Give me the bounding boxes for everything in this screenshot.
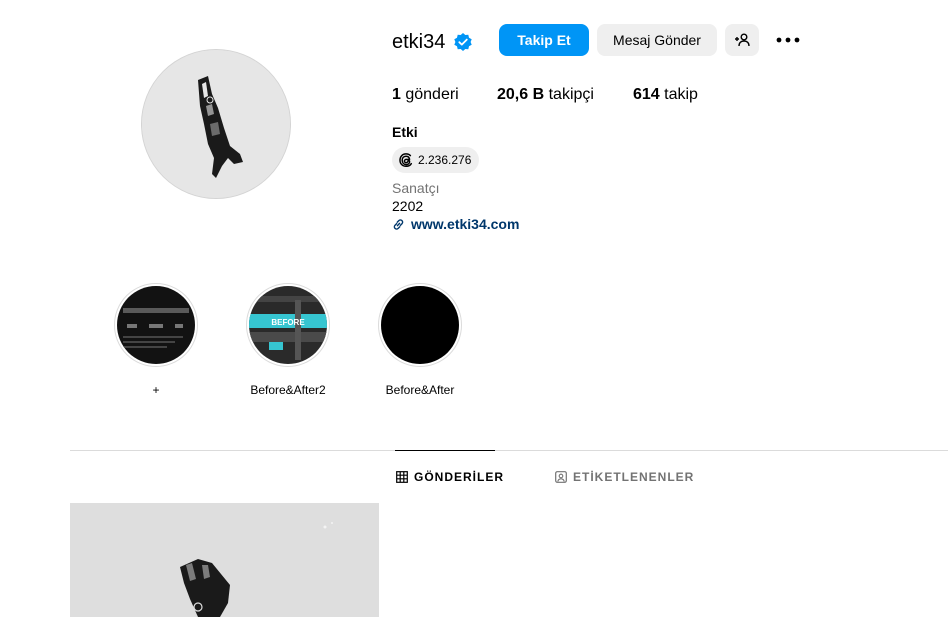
threads-icon (399, 153, 413, 168)
message-button[interactable]: Mesaj Gönder (597, 24, 717, 56)
highlight-ring (378, 283, 462, 367)
post-thumbnail[interactable] (70, 503, 379, 617)
tabs-divider (70, 450, 948, 451)
highlight-item[interactable]: BEFORE Before&After2 (245, 283, 331, 397)
highlight-label: Before&After2 (250, 383, 326, 397)
profile-avatar[interactable] (141, 49, 291, 199)
tagged-person-icon (555, 471, 567, 483)
highlight-cover: BEFORE (249, 286, 327, 364)
tab-posts-label: GÖNDERİLER (414, 470, 505, 484)
highlight-item[interactable]: Before&After (377, 283, 463, 397)
grid-icon (396, 471, 408, 483)
following-count[interactable]: 614 takip (633, 85, 698, 105)
profile-bio: 2202 (392, 198, 424, 214)
suggest-similar-button[interactable] (725, 24, 759, 56)
profile-category: Sanatçı (392, 180, 440, 196)
highlight-ring (114, 283, 198, 367)
followers-count[interactable]: 20,6 B takipçi (497, 85, 594, 105)
verified-badge-icon (453, 32, 473, 52)
more-options-button[interactable] (775, 30, 801, 50)
add-person-icon (735, 33, 750, 47)
tab-tagged[interactable]: ETİKETLENENLER (555, 470, 694, 484)
profile-full-name: Etki (392, 124, 418, 140)
posts-count-value: 1 (392, 86, 401, 103)
active-tab-indicator (395, 450, 495, 451)
highlight-label: Before&After (385, 383, 455, 397)
highlight-cover (117, 286, 195, 364)
highlight-cover (381, 286, 459, 364)
followers-count-value: 20,6 B (497, 86, 545, 103)
followers-count-label: takipçi (548, 86, 594, 103)
tab-posts[interactable]: GÖNDERİLER (396, 470, 504, 484)
hand-artwork-icon (70, 503, 379, 617)
tab-tagged-label: ETİKETLENENLER (573, 470, 695, 484)
profile-username: etki34 (392, 31, 446, 53)
threads-count: 2.236.276 (418, 153, 472, 167)
highlight-label: + (152, 383, 160, 397)
highlight-item[interactable]: + (113, 283, 199, 397)
more-options-icon (776, 37, 800, 43)
profile-link-text: www.etki34.com (411, 216, 520, 232)
following-count-value: 614 (633, 86, 660, 103)
hand-artwork-icon (142, 50, 290, 198)
posts-count: 1 gönderi (392, 85, 459, 105)
follow-button[interactable]: Takip Et (499, 24, 589, 56)
highlight-overlay-text: BEFORE (271, 318, 305, 327)
threads-badge[interactable]: 2.236.276 (392, 147, 480, 173)
link-icon (393, 218, 404, 230)
profile-link[interactable]: www.etki34.com (392, 216, 519, 232)
posts-count-label: gönderi (405, 86, 459, 103)
following-count-label: takip (664, 86, 698, 103)
highlight-ring: BEFORE (246, 283, 330, 367)
